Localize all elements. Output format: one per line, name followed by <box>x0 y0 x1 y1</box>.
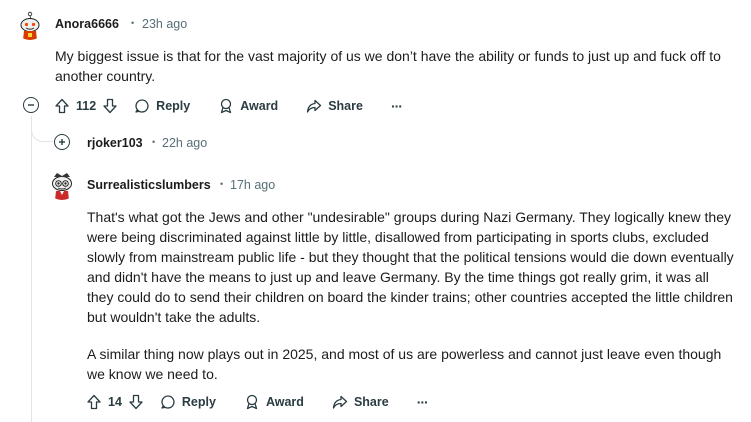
award-icon <box>246 394 258 410</box>
award-button[interactable]: Award <box>218 98 278 114</box>
reply-label: Reply <box>156 99 191 113</box>
reply-button[interactable]: Reply <box>134 98 190 114</box>
award-icon <box>221 98 232 114</box>
comment-paragraph: That's what got the Jews and other "unde… <box>87 209 734 325</box>
reply-button[interactable]: Reply <box>160 394 216 410</box>
share-button[interactable]: Share <box>332 394 389 410</box>
username[interactable]: Anora6666 <box>55 17 119 31</box>
username[interactable]: rjoker103 <box>87 136 143 150</box>
plus-icon <box>59 139 65 145</box>
upvote-arrow-icon <box>87 394 101 410</box>
vote-score: 14 <box>108 395 122 409</box>
comment-body: My biggest issue is that for the vast ma… <box>55 48 721 84</box>
thread-branch-rjoker <box>31 118 53 142</box>
separator-dot: • <box>131 18 135 28</box>
timestamp[interactable]: 22h ago <box>162 136 207 150</box>
comment-actions: 112 Reply Award Share ··· <box>53 94 403 118</box>
award-button[interactable]: Award <box>244 394 304 410</box>
upvote-arrow-icon <box>55 98 69 114</box>
separator-dot: • <box>220 179 224 189</box>
downvote-arrow-icon <box>129 394 143 410</box>
upvote-button[interactable] <box>85 393 103 411</box>
comment-bubble-icon <box>161 395 175 409</box>
upvote-button[interactable] <box>53 97 71 115</box>
avatar[interactable] <box>46 168 78 200</box>
share-label: Share <box>353 395 389 409</box>
username[interactable]: Surrealisticslumbers <box>87 178 211 192</box>
avatar[interactable] <box>14 8 46 40</box>
timestamp[interactable]: 17h ago <box>230 178 275 192</box>
comment-bubble-icon <box>135 99 149 113</box>
expand-toggle[interactable] <box>54 134 70 150</box>
comment-actions: 14 Reply Award Share ··· <box>85 390 429 414</box>
downvote-arrow-icon <box>103 98 117 114</box>
thread-line-main <box>31 116 32 422</box>
share-arrow-icon <box>307 99 322 113</box>
more-options-button[interactable]: ··· <box>391 99 403 113</box>
reply-label: Reply <box>181 395 216 409</box>
award-label: Award <box>265 395 304 409</box>
more-options-button[interactable]: ··· <box>417 395 429 409</box>
award-label: Award <box>240 99 279 113</box>
vote-score: 112 <box>76 99 97 113</box>
minus-icon <box>28 104 34 106</box>
share-label: Share <box>328 99 363 113</box>
downvote-button[interactable] <box>127 393 145 411</box>
timestamp[interactable]: 23h ago <box>142 17 187 31</box>
comment-paragraph: A similar thing now plays out in 2025, a… <box>87 346 722 382</box>
separator-dot: • <box>152 137 156 147</box>
downvote-button[interactable] <box>101 97 119 115</box>
collapse-toggle[interactable] <box>23 97 39 113</box>
share-arrow-icon <box>332 395 348 409</box>
share-button[interactable]: Share <box>306 98 363 114</box>
